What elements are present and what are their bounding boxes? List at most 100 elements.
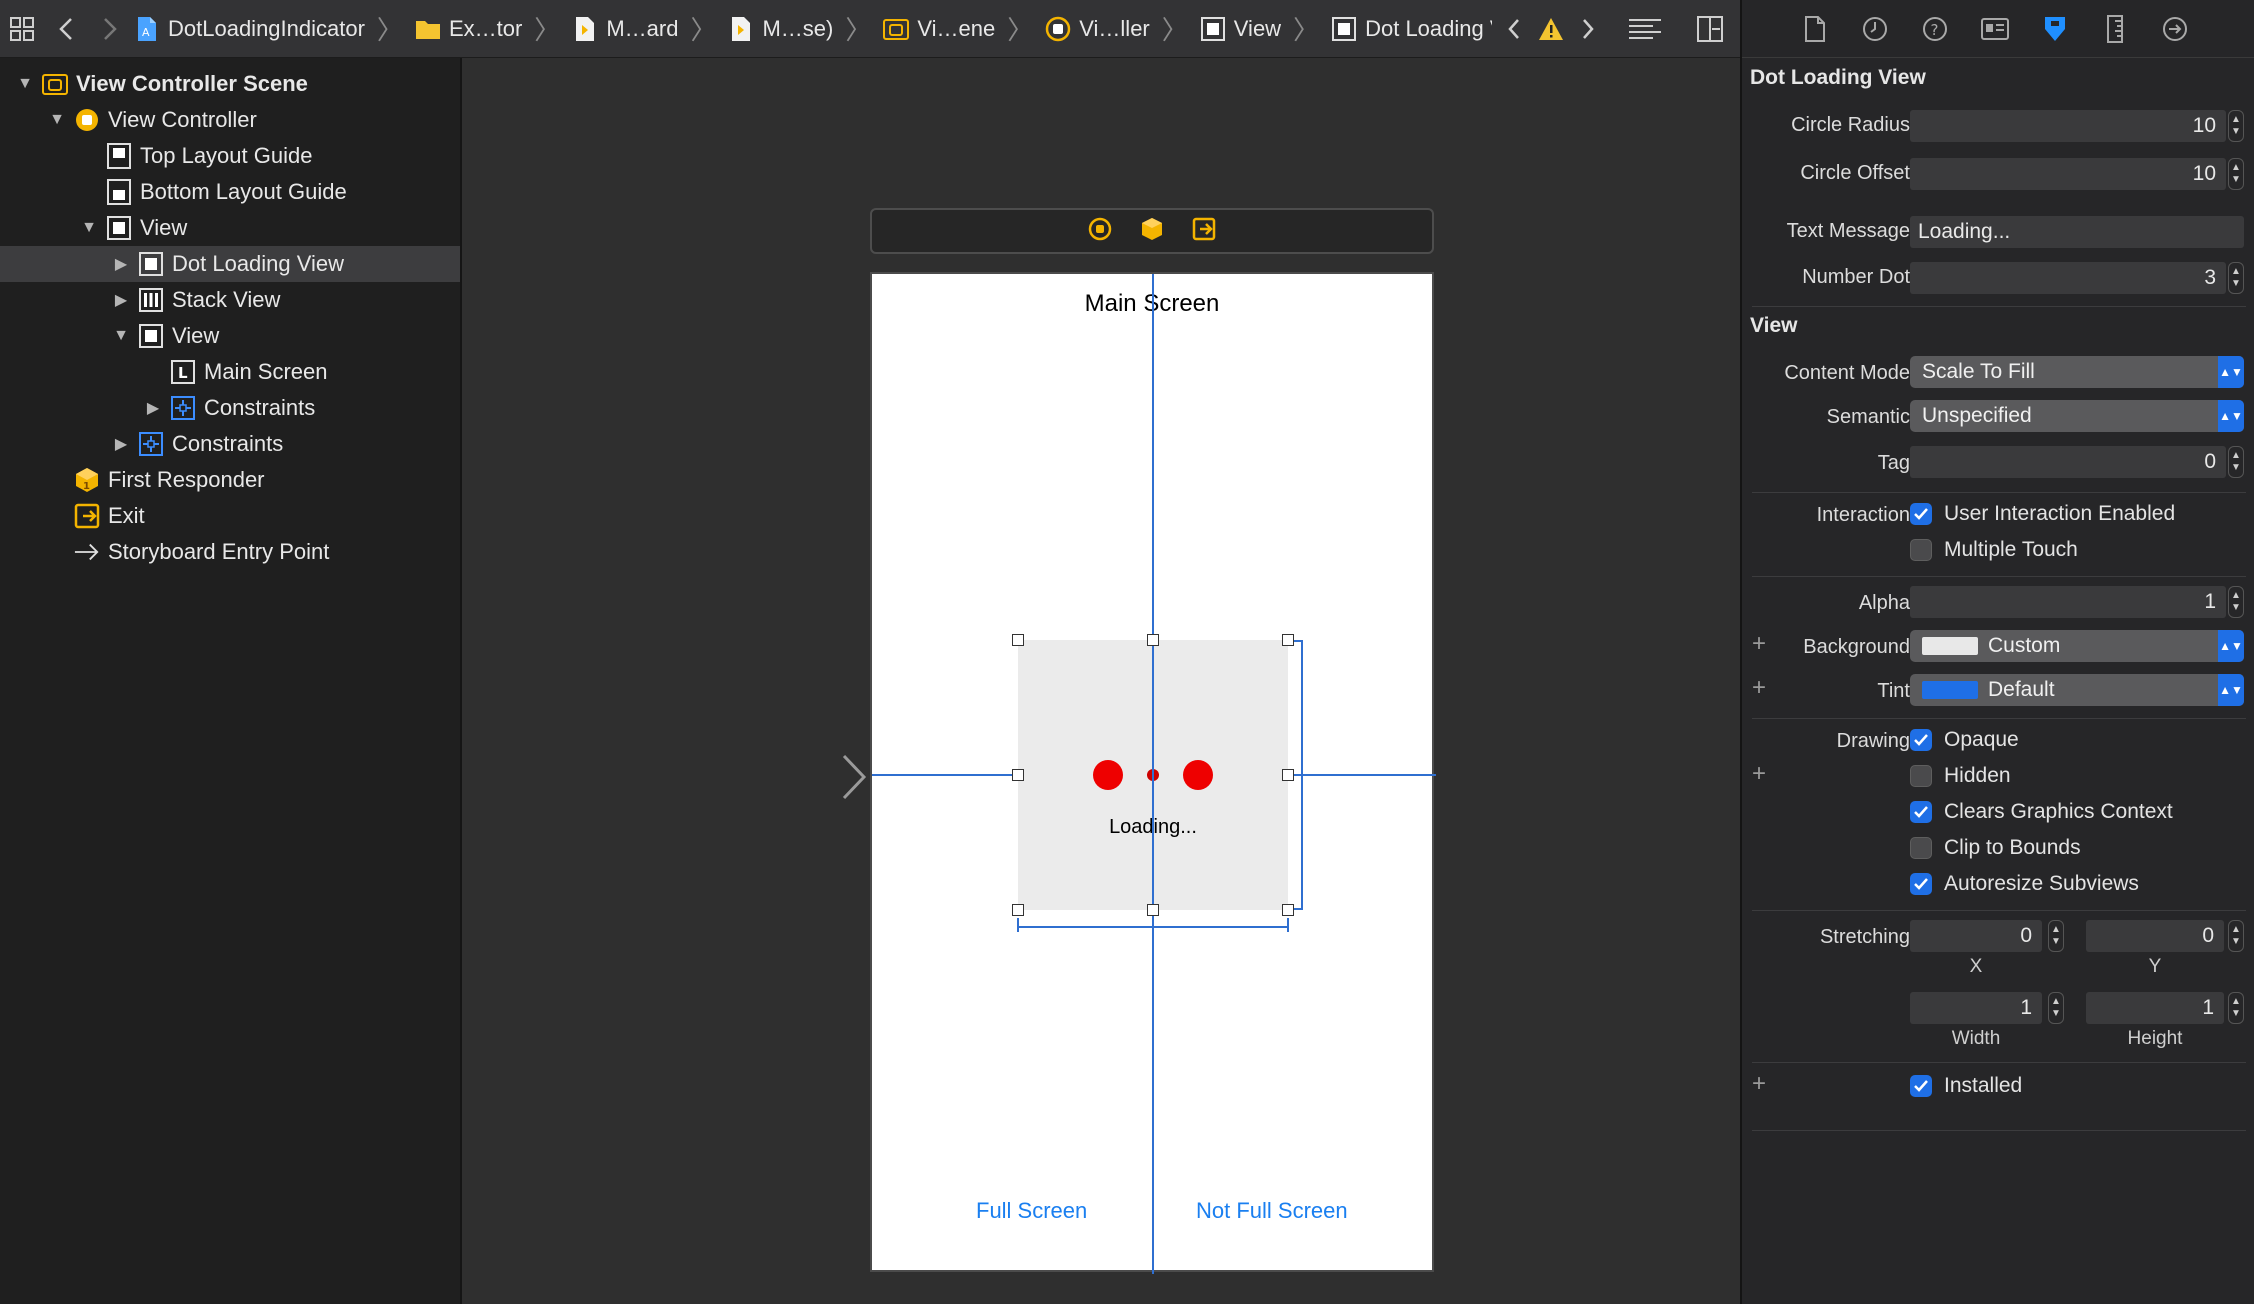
crumb-dot-loading-view[interactable]: Dot Loading View (1329, 0, 1492, 58)
outline-row-inner-view[interactable]: ▼ View (0, 318, 460, 354)
previous-issue-chevron-icon[interactable] (1492, 0, 1536, 58)
disclosure-collapsed-icon[interactable]: ▶ (110, 289, 132, 311)
outline-row-exit[interactable]: Exit (0, 498, 460, 534)
user-interaction-checkbox[interactable]: User Interaction Enabled (1910, 502, 2175, 526)
outline-row-main-screen-label[interactable]: L Main Screen (0, 354, 460, 390)
stretching-x-field[interactable]: 0 (1910, 920, 2042, 952)
number-dot-field[interactable]: 3 (1910, 262, 2226, 294)
entry-point-arrow[interactable] (722, 752, 870, 807)
hidden-checkbox[interactable]: Hidden (1910, 764, 2011, 788)
semantic-popup[interactable]: Unspecified ▲▼ (1910, 400, 2244, 432)
add-variation-icon[interactable]: + (1752, 760, 1766, 788)
disclosure-expanded-icon[interactable]: ▼ (110, 325, 132, 347)
add-variation-icon[interactable]: + (1752, 674, 1766, 702)
content-mode-popup[interactable]: Scale To Fill ▲▼ (1910, 356, 2244, 388)
outline-row-dot-loading-view[interactable]: ▶ Dot Loading View (0, 246, 460, 282)
crumb-project[interactable]: A DotLoadingIndicator (132, 0, 367, 58)
not-full-screen-button[interactable]: Not Full Screen (1196, 1198, 1348, 1224)
attributes-inspector-icon[interactable] (2038, 12, 2072, 46)
width-constraint-line[interactable] (1018, 926, 1288, 928)
stretching-x-stepper[interactable]: ▲ ▼ (2048, 920, 2064, 952)
outline-row-constraints[interactable]: ▶ Constraints (0, 426, 460, 462)
disclosure-collapsed-icon[interactable]: ▶ (110, 433, 132, 455)
installed-checkbox[interactable]: Installed (1910, 1074, 2022, 1098)
full-screen-button[interactable]: Full Screen (976, 1198, 1087, 1224)
outline-row-stack-view[interactable]: ▶ Stack View (0, 282, 460, 318)
resize-handle[interactable] (1012, 904, 1024, 916)
opaque-checkbox[interactable]: Opaque (1910, 728, 2019, 752)
disclosure-collapsed-icon[interactable]: ▶ (142, 397, 164, 419)
outline-row-bottom-layout-guide[interactable]: Bottom Layout Guide (0, 174, 460, 210)
clip-to-bounds-checkbox[interactable]: Clip to Bounds (1910, 836, 2081, 860)
outline-row-entry-point[interactable]: Storyboard Entry Point (0, 534, 460, 570)
crumb-storyboard-base[interactable]: M…se) (726, 0, 835, 58)
outline-row-inner-constraints[interactable]: ▶ Constraints (0, 390, 460, 426)
next-issue-chevron-icon[interactable] (1566, 0, 1610, 58)
connections-inspector-icon[interactable] (2158, 12, 2192, 46)
resize-handle[interactable] (1282, 634, 1294, 646)
circle-radius-field[interactable]: 10 (1910, 110, 2226, 142)
disclosure-expanded-icon[interactable]: ▼ (78, 217, 100, 239)
add-editor-icon[interactable] (1680, 0, 1740, 58)
add-variation-icon[interactable]: + (1752, 630, 1766, 658)
back-chevron-icon[interactable] (44, 0, 88, 58)
circle-offset-stepper[interactable]: ▲ ▼ (2228, 158, 2244, 190)
resize-handle[interactable] (1147, 634, 1159, 646)
crumb-storyboard[interactable]: M…ard (570, 0, 680, 58)
alpha-field[interactable]: 1 (1910, 586, 2226, 618)
identity-inspector-icon[interactable] (1978, 12, 2012, 46)
exit-icon[interactable] (1192, 217, 1216, 246)
outline-row-scene[interactable]: ▼ View Controller Scene (0, 66, 460, 102)
crumb-folder[interactable]: Ex…tor (413, 0, 524, 58)
stretching-height-field[interactable]: 1 (2086, 992, 2224, 1024)
first-responder-icon[interactable] (1140, 217, 1164, 246)
storyboard-canvas[interactable]: Main Screen Loading... Full Screen Not F… (462, 58, 1740, 1304)
device-screen[interactable]: Main Screen Loading... Full Screen Not F… (870, 272, 1436, 1274)
crumb-scene[interactable]: Vi…ene (881, 0, 997, 58)
popup-arrows-icon: ▲▼ (2218, 356, 2244, 388)
circle-radius-stepper[interactable]: ▲ ▼ (2228, 110, 2244, 142)
stretching-width-field[interactable]: 1 (1910, 992, 2042, 1024)
circle-offset-field[interactable]: 10 (1910, 158, 2226, 190)
background-color-popup[interactable]: Custom ▲▼ (1910, 630, 2244, 662)
outline-row-top-layout-guide[interactable]: Top Layout Guide (0, 138, 460, 174)
resize-handle[interactable] (1282, 769, 1294, 781)
height-constraint-line[interactable] (1301, 640, 1303, 910)
stretching-width-stepper[interactable]: ▲ ▼ (2048, 992, 2064, 1024)
disclosure-expanded-icon[interactable]: ▼ (14, 73, 36, 95)
resize-handle[interactable] (1012, 769, 1024, 781)
resize-handle[interactable] (1012, 634, 1024, 646)
multiple-touch-checkbox[interactable]: Multiple Touch (1910, 538, 2078, 562)
text-message-field[interactable]: Loading... (1910, 216, 2244, 248)
stretching-height-stepper[interactable]: ▲ ▼ (2228, 992, 2244, 1024)
size-inspector-icon[interactable] (2098, 12, 2132, 46)
outline-row-view-controller[interactable]: ▼ View Controller (0, 102, 460, 138)
tag-stepper[interactable]: ▲ ▼ (2228, 446, 2244, 478)
file-inspector-icon[interactable] (1798, 12, 1832, 46)
history-inspector-icon[interactable] (1858, 12, 1892, 46)
stretching-y-field[interactable]: 0 (2086, 920, 2224, 952)
svg-text:?: ? (1931, 21, 1939, 39)
warning-icon[interactable] (1536, 0, 1566, 58)
autoresize-subviews-checkbox[interactable]: Autoresize Subviews (1910, 872, 2139, 896)
stretching-y-stepper[interactable]: ▲ ▼ (2228, 920, 2244, 952)
forward-chevron-icon[interactable] (88, 0, 132, 58)
editor-options-icon[interactable] (1610, 0, 1680, 58)
related-items-icon[interactable] (0, 0, 44, 58)
help-inspector-icon[interactable]: ? (1918, 12, 1952, 46)
tint-color-popup[interactable]: Default ▲▼ (1910, 674, 2244, 706)
outline-row-first-responder[interactable]: 1 First Responder (0, 462, 460, 498)
resize-handle[interactable] (1282, 904, 1294, 916)
tag-field[interactable]: 0 (1910, 446, 2226, 478)
disclosure-expanded-icon[interactable]: ▼ (46, 109, 68, 131)
outline-row-view[interactable]: ▼ View (0, 210, 460, 246)
disclosure-collapsed-icon[interactable]: ▶ (110, 253, 132, 275)
resize-handle[interactable] (1147, 904, 1159, 916)
alpha-stepper[interactable]: ▲ ▼ (2228, 586, 2244, 618)
crumb-view[interactable]: View (1198, 0, 1283, 58)
crumb-view-controller[interactable]: Vi…ller (1043, 0, 1152, 58)
number-dot-stepper[interactable]: ▲ ▼ (2228, 262, 2244, 294)
clears-graphics-context-checkbox[interactable]: Clears Graphics Context (1910, 800, 2173, 824)
view-controller-icon[interactable] (1088, 217, 1112, 246)
add-variation-icon[interactable]: + (1752, 1070, 1766, 1098)
